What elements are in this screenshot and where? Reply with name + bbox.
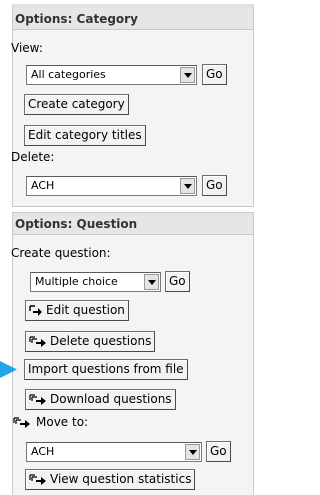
edit-category-titles-button[interactable]: Edit category titles [24,125,146,146]
arrow-select-icon [29,472,47,491]
view-category-select-value: All categories [31,68,106,81]
arrow-select-icon [13,417,31,431]
category-panel-title: Options: Category [13,8,253,30]
view-go-button[interactable]: Go [202,64,227,85]
view-question-statistics-label: View question statistics [50,472,192,486]
view-label: View: [11,41,43,55]
create-category-button[interactable]: Create category [24,94,129,115]
question-panel-title: Options: Question [13,213,253,235]
move-to-category-select[interactable]: ACH [26,442,202,462]
chevron-down-icon [185,444,200,460]
download-questions-button[interactable]: Download questions [25,389,176,410]
chevron-down-icon [144,274,159,290]
view-category-select[interactable]: All categories [26,65,197,85]
delete-questions-button[interactable]: Delete questions [25,331,156,353]
chevron-down-icon [180,67,195,83]
delete-label: Delete: [11,150,55,164]
arrow-select-icon [29,392,47,411]
view-question-statistics-button[interactable]: View question statistics [25,469,196,491]
import-questions-button[interactable]: Import questions from file [24,359,188,380]
download-questions-label: Download questions [50,392,172,406]
delete-category-select-value: ACH [31,179,55,192]
move-to-category-select-value: ACH [31,445,55,458]
delete-questions-label: Delete questions [50,334,152,348]
create-question-go-button[interactable]: Go [165,271,190,292]
arrow-select-icon [29,303,43,322]
move-to-label: Move to: [36,415,89,429]
edit-question-label: Edit question [46,303,125,317]
question-type-select[interactable]: Multiple choice [30,272,161,292]
triangle-pointer-icon [0,361,18,381]
move-to-go-button[interactable]: Go [206,441,231,462]
delete-category-select[interactable]: ACH [26,176,197,196]
delete-go-button[interactable]: Go [202,175,227,196]
create-question-label: Create question: [11,246,111,260]
question-type-select-value: Multiple choice [35,275,118,288]
arrow-select-icon [29,334,47,353]
chevron-down-icon [180,178,195,194]
edit-question-button[interactable]: Edit question [25,300,129,321]
